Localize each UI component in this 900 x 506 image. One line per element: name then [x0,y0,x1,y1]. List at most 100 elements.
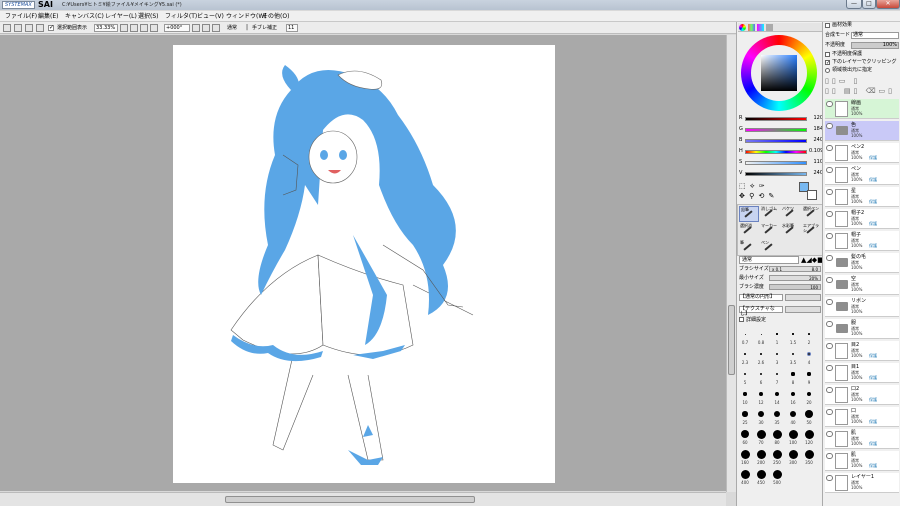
brush-size-dot[interactable] [776,353,778,355]
layer-item[interactable]: 目2 通常 100% 保護 [825,341,899,361]
eye-icon[interactable] [826,299,833,305]
brush-size-dot[interactable] [743,372,747,376]
layer-actions-row1[interactable]: ▯▯▭ ▯ [825,77,899,87]
menu-select[interactable]: 選択(S) [138,12,159,21]
color-slider-s[interactable]: S 110 [739,159,823,166]
layer-item[interactable]: ペン2 通常 100% 保護 [825,143,899,163]
eye-icon[interactable] [826,211,833,217]
brush-size-dot[interactable] [757,410,764,417]
canvas-area[interactable] [0,35,726,491]
tool-pencil[interactable]: 鉛筆 [739,206,759,222]
rotate-reset-icon[interactable] [212,24,220,32]
brush-size-dot[interactable] [804,449,814,459]
eye-icon[interactable] [826,277,833,283]
clip-checkbox[interactable]: ✓ [825,60,830,66]
brush-size-dot[interactable] [743,392,747,396]
tool-selerase[interactable]: 選択消 [739,223,759,239]
tool-airbrush[interactable]: エアブラシ [802,223,822,239]
eye-icon[interactable] [826,233,833,239]
layer-item[interactable]: 色通常 100% [825,121,899,141]
blend-mode[interactable]: 通常 [227,24,237,32]
brush-size-dot[interactable] [740,449,750,459]
menu-filter[interactable]: フィルタ(T) [165,12,197,21]
brush-size-dot[interactable] [742,411,748,417]
eye-icon[interactable] [826,431,833,437]
brush-density-slider[interactable]: 100 [769,284,821,290]
tool-brush[interactable]: 筆 [739,240,759,256]
brush-size-dot[interactable] [772,429,782,439]
brush-size-dot[interactable] [808,333,810,335]
brush-size-dot[interactable] [792,333,794,335]
layer-item[interactable]: 線画 通常 100% [825,99,899,119]
brush-size-dot[interactable] [790,391,796,397]
brush-size-dot[interactable] [806,391,812,397]
brush-size-dot[interactable] [760,333,762,335]
deselect-icon[interactable] [25,24,33,32]
eye-icon[interactable] [826,255,833,261]
rotation-field[interactable]: +000° [164,24,190,32]
brush-size-dot[interactable] [744,333,746,335]
color-slider-b[interactable]: B 240 [739,137,823,144]
color-wheel[interactable] [741,35,817,111]
layer-item[interactable]: 口2 通常 100% 保護 [825,385,899,405]
brush-size-dot[interactable] [807,372,811,376]
rotate-right-icon[interactable] [202,24,210,32]
layer-item[interactable]: レイヤー1 通常 100% [825,473,899,493]
hsv-tab-icon[interactable] [757,24,764,31]
layer-item[interactable]: リボン 通常 100% [825,297,899,317]
brush-size-dot[interactable] [773,410,781,418]
layer-item[interactable]: 星通常 100% 保護 [825,187,899,207]
brush-size-dot[interactable] [740,429,750,439]
zoom-reset-icon[interactable] [140,24,148,32]
effect-toggle-icon[interactable] [825,23,830,28]
composite-select[interactable]: 通常 [851,32,899,39]
brush-size-dot[interactable] [744,353,746,355]
undo-icon[interactable] [3,24,11,32]
menu-layer[interactable]: レイヤー(L) [105,12,137,21]
layer-item[interactable]: 肌通常 100% 保護 [825,451,899,471]
brush-size-dot[interactable] [804,429,814,439]
color-slider-v[interactable]: V 240 [739,170,823,177]
brush-size-dot[interactable] [772,469,782,479]
brush-size-dot[interactable] [756,429,766,439]
menu-window[interactable]: ウィンドウ(W) [226,12,267,21]
slider-track[interactable] [745,117,807,121]
layer-item[interactable]: 目1 通常 100% 保護 [825,363,899,383]
brush-size-dot[interactable] [772,449,782,459]
brush-size-dot[interactable] [791,352,795,356]
zoom-out-icon[interactable] [120,24,128,32]
menu-edit[interactable]: 編集(E) [38,12,58,21]
zoom-field[interactable]: 33.33% [94,24,118,32]
brush-shape-slider[interactable] [785,294,821,301]
maximize-button[interactable]: □ [862,0,876,9]
brush-edge-shapes[interactable]: ▲◢◆■ [801,256,824,264]
brush-size-dot[interactable] [789,410,797,418]
menu-view[interactable]: ビュー(V) [197,12,224,21]
tool-watercolor[interactable]: 水彩筆 [781,223,801,239]
layer-actions-row2[interactable]: ▯▯ ▤▯ ⌫▭▯ [825,87,899,97]
brush-size-dot[interactable] [759,372,763,376]
brush-size-dot[interactable] [776,333,778,335]
eye-icon[interactable] [826,409,833,415]
zoom-fit-icon[interactable] [150,24,158,32]
brush-shape-select[interactable]: 【通常の円形】 [739,294,783,301]
eye-icon[interactable] [826,453,833,459]
color-slider-r[interactable]: R 120 [739,115,823,122]
brush-size-dot[interactable] [788,449,798,459]
opacity-slider[interactable]: 100% [851,42,899,49]
saturation-value-square[interactable] [761,55,797,91]
slider-track[interactable] [745,161,807,165]
source-radio[interactable] [825,68,830,73]
tool-selpen[interactable]: 選択ペン [802,206,822,222]
layer-item[interactable]: ペン 通常 100% 保護 [825,165,899,185]
zoom-in-icon[interactable] [130,24,138,32]
eye-icon[interactable] [826,123,833,129]
vertical-scrollbar[interactable] [726,35,736,492]
tool-pen[interactable]: ペン [760,240,780,256]
eye-icon[interactable] [826,365,833,371]
layer-item[interactable]: 空通常 100% [825,275,899,295]
layer-item[interactable]: 帽子2 通常 100% 保護 [825,209,899,229]
slider-track[interactable] [745,128,807,132]
brush-size-dot[interactable] [806,351,812,357]
canvas-paper[interactable] [173,45,555,483]
